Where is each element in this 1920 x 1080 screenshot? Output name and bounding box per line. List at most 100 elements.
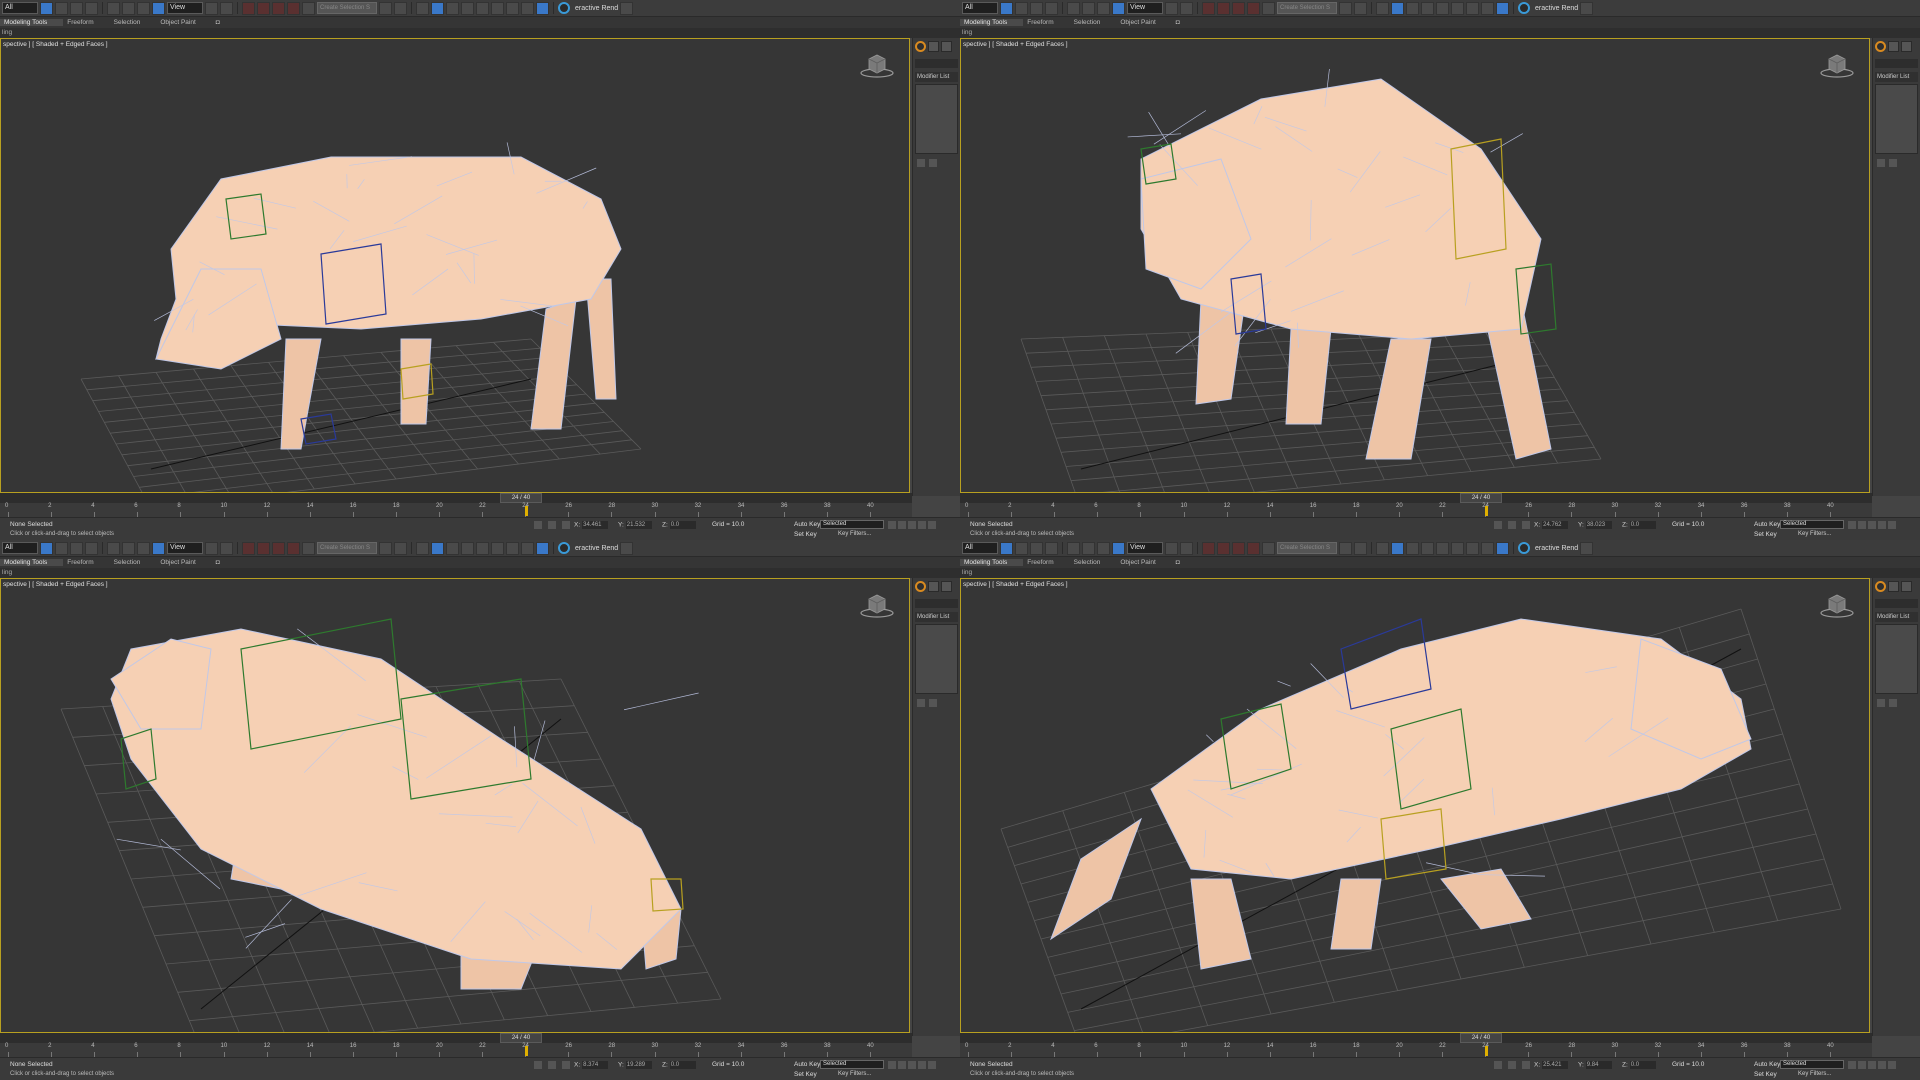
perspective-viewport[interactable]: spective ] [ Shaded + Edged Faces ]: [0, 38, 910, 493]
rect-selection-icon[interactable]: [70, 1, 83, 15]
play-icon[interactable]: [1868, 521, 1876, 529]
curve-editor-icon[interactable]: [461, 1, 474, 15]
modifier-stack[interactable]: [1875, 84, 1918, 154]
curve-editor-icon[interactable]: [1421, 1, 1434, 15]
perspective-viewport[interactable]: spective ] [ Shaded + Edged Faces ]: [0, 578, 910, 1033]
next-frame-icon[interactable]: [918, 521, 926, 529]
interactive-render-icon[interactable]: [558, 542, 570, 554]
z-field[interactable]: 0.0: [669, 1061, 696, 1069]
viewport-label[interactable]: spective ] [ Shaded + Edged Faces ]: [963, 581, 1068, 588]
pin-stack-icon[interactable]: [917, 699, 925, 707]
modifier-list-dropdown[interactable]: Modifier List: [915, 72, 958, 82]
set-key-button[interactable]: Set Key: [794, 1071, 817, 1078]
layer-explorer-icon[interactable]: [1391, 1, 1404, 15]
x-field[interactable]: 24.762: [1542, 521, 1569, 529]
modifier-stack[interactable]: [1875, 624, 1918, 694]
render-production-icon[interactable]: [1496, 541, 1509, 555]
toggle-ribbon-icon[interactable]: [1406, 541, 1419, 555]
angle-snap-icon[interactable]: [1217, 1, 1230, 15]
key-filters-button[interactable]: Key Filters...: [1798, 1071, 1831, 1077]
pivot-center-icon[interactable]: [1165, 1, 1178, 15]
render-production-icon[interactable]: [536, 1, 549, 15]
teapot-render-icon[interactable]: [620, 541, 634, 555]
isolate-selection-icon[interactable]: [534, 521, 542, 529]
tab-modeling-tools[interactable]: Modeling Tools: [0, 19, 64, 26]
curve-editor-icon[interactable]: [461, 541, 474, 555]
pivot-center-icon[interactable]: [205, 541, 218, 555]
viewport-label[interactable]: spective ] [ Shaded + Edged Faces ]: [3, 581, 108, 588]
time-slider[interactable]: 24 / 40: [960, 1033, 1872, 1043]
auto-key-button[interactable]: Auto Key: [794, 1061, 820, 1068]
spinner-snap-icon[interactable]: [1247, 1, 1260, 15]
modifier-list-dropdown[interactable]: Modifier List: [1875, 72, 1918, 82]
tab-object-paint[interactable]: Object Paint: [156, 559, 211, 566]
rendered-frame-icon[interactable]: [521, 1, 534, 15]
tab-freeform[interactable]: Freeform: [63, 19, 109, 26]
hierarchy-tab-icon[interactable]: [941, 41, 952, 52]
rect-selection-icon[interactable]: [1030, 1, 1043, 15]
tab-freeform[interactable]: Freeform: [1023, 559, 1069, 566]
tab-object-paint[interactable]: Object Paint: [1116, 19, 1171, 26]
tab-object-paint[interactable]: Object Paint: [1116, 559, 1171, 566]
align-icon[interactable]: [1354, 541, 1367, 555]
key-filters-button[interactable]: Key Filters...: [838, 531, 871, 537]
prev-frame-icon[interactable]: [898, 521, 906, 529]
modifier-list-dropdown[interactable]: Modifier List: [1875, 612, 1918, 622]
layer-explorer-icon[interactable]: [1391, 541, 1404, 555]
render-setup-icon[interactable]: [1466, 1, 1479, 15]
select-manipulate-icon[interactable]: [1180, 1, 1193, 15]
selection-lock-icon[interactable]: [548, 1061, 556, 1069]
snap-toggle-icon[interactable]: [242, 541, 255, 555]
select-manipulate-icon[interactable]: [220, 541, 233, 555]
rendered-frame-icon[interactable]: [1481, 1, 1494, 15]
play-icon[interactable]: [908, 521, 916, 529]
viewcube-icon[interactable]: [1819, 51, 1855, 79]
set-key-button[interactable]: Set Key: [794, 531, 817, 538]
move-icon[interactable]: [107, 1, 120, 15]
curve-editor-icon[interactable]: [1421, 541, 1434, 555]
time-slider[interactable]: 24 / 40: [0, 493, 912, 503]
tab-selection[interactable]: Selection: [1070, 559, 1117, 566]
create-tab-icon[interactable]: [915, 41, 926, 52]
isolate-selection-icon[interactable]: [534, 1061, 542, 1069]
set-key-button[interactable]: Set Key: [1754, 531, 1777, 538]
y-field[interactable]: 38.023: [1585, 521, 1612, 529]
y-field[interactable]: 19.289: [625, 1061, 652, 1069]
reference-coord-dropdown[interactable]: View: [167, 2, 203, 14]
material-editor-icon[interactable]: [1451, 1, 1464, 15]
next-frame-icon[interactable]: [1878, 1061, 1886, 1069]
scale-icon[interactable]: [1097, 541, 1110, 555]
pivot-center-icon[interactable]: [205, 1, 218, 15]
current-frame-marker[interactable]: [525, 1046, 529, 1056]
current-frame-marker[interactable]: [1485, 506, 1489, 516]
track-bar[interactable]: 0246810121416182022242628303234363840: [0, 1043, 912, 1057]
play-icon[interactable]: [908, 1061, 916, 1069]
x-field[interactable]: 34.461: [582, 521, 609, 529]
rendered-frame-icon[interactable]: [521, 541, 534, 555]
mirror-icon[interactable]: [1339, 1, 1352, 15]
isolate-selection-icon[interactable]: [1494, 1061, 1502, 1069]
rotate-icon[interactable]: [122, 541, 135, 555]
show-end-result-icon[interactable]: [929, 699, 937, 707]
pin-stack-icon[interactable]: [917, 159, 925, 167]
z-field[interactable]: 0.0: [1629, 521, 1656, 529]
pin-stack-icon[interactable]: [1877, 159, 1885, 167]
viewport-label[interactable]: spective ] [ Shaded + Edged Faces ]: [3, 41, 108, 48]
tab-object-paint[interactable]: Object Paint: [156, 19, 211, 26]
selection-filter-dropdown[interactable]: All: [2, 542, 38, 554]
scale-icon[interactable]: [1097, 1, 1110, 15]
select-by-name-icon[interactable]: [55, 541, 68, 555]
current-frame-marker[interactable]: [525, 506, 529, 516]
schematic-view-icon[interactable]: [1436, 1, 1449, 15]
key-filters-button[interactable]: Key Filters...: [1798, 531, 1831, 537]
time-slider-thumb[interactable]: 24 / 40: [500, 493, 542, 503]
move-icon[interactable]: [107, 541, 120, 555]
select-object-icon[interactable]: [40, 541, 53, 555]
show-end-result-icon[interactable]: [1889, 159, 1897, 167]
modify-tab-icon[interactable]: [928, 41, 939, 52]
rendered-frame-icon[interactable]: [1481, 541, 1494, 555]
rotate-icon[interactable]: [122, 1, 135, 15]
goto-start-icon[interactable]: [888, 521, 896, 529]
angle-snap-icon[interactable]: [257, 541, 270, 555]
auto-key-button[interactable]: Auto Key: [794, 521, 820, 528]
